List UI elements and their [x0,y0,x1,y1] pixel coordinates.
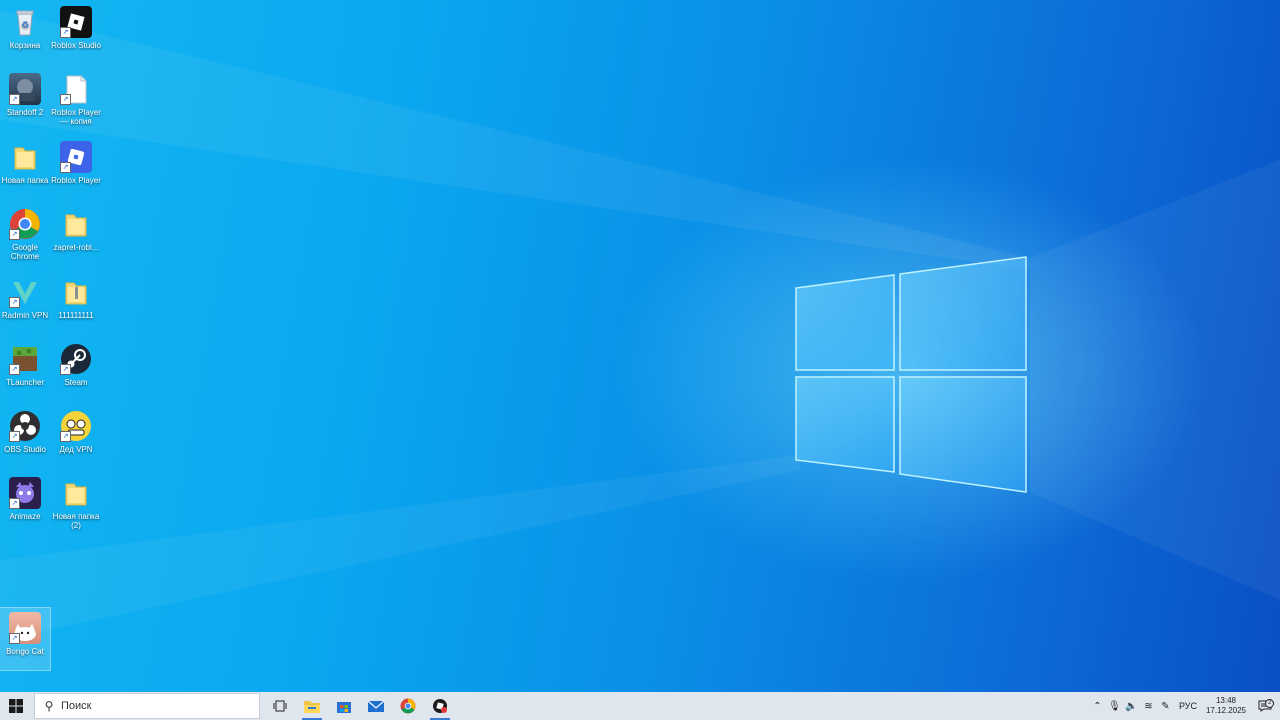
system-tray: ⌃ 🎙 🔈 ≋ ✎ РУС 13:48 17.12.2025 2 [1089,692,1280,720]
desktop-icon-label: Новая папка (2) [52,512,100,530]
volume-icon[interactable]: 🔈 [1123,701,1140,712]
desktop-icon-roblox-player[interactable]: ↗ Roblox Player [51,137,101,199]
desktop-icon-obs-studio[interactable]: ↗ OBS Studio [0,406,50,468]
desktop-icon-new-folder[interactable]: Новая папка [0,137,50,199]
desktop-icon-roblox-studio[interactable]: ↗ Roblox Studio [51,2,101,64]
desktop-icon-google-chrome[interactable]: ↗ Google Chrome [0,204,50,266]
search-input[interactable] [59,699,243,713]
desktop[interactable]: ♻ Корзина ↗ Roblox Studio ↗ Standoff 2 ↗… [0,0,1280,692]
desktop-icon-animaze[interactable]: ↗ Animaze [0,473,50,535]
taskbar: ⚲ ⌃ 🎙 🔈 ≋ ✎ РУС 13:48 17.12.2025 2 [0,692,1280,720]
notification-count: 2 [1265,699,1274,708]
task-view-icon [273,700,287,712]
folder-icon [9,141,41,173]
taskbar-search-box[interactable]: ⚲ [34,693,260,719]
action-center-button[interactable]: 2 [1250,699,1280,712]
network-icon[interactable]: ≋ [1140,701,1157,712]
standoff2-icon: ↗ [9,73,41,105]
desktop-icon-label: Google Chrome [10,243,40,261]
desktop-icon-label: Standoff 2 [6,108,44,117]
mail-icon [367,700,385,712]
microsoft-store-icon [337,702,351,713]
desktop-icon-steam[interactable]: ↗ Steam [51,339,101,401]
desktop-icon-label: Roblox Player [51,176,101,185]
chevron-up-icon[interactable]: ⌃ [1089,701,1106,712]
clock[interactable]: 13:48 17.12.2025 [1202,696,1250,716]
steam-icon: ↗ [60,343,92,375]
desktop-icon-label: Roblox Studio [51,41,101,50]
desktop-icon-label: Roblox Player — копия [51,108,101,126]
desktop-icon-label: OBS Studio [4,445,46,454]
chrome-icon [400,698,416,714]
taskbar-roblox[interactable] [424,692,456,720]
chrome-icon: ↗ [9,208,41,240]
desktop-icon-zapret[interactable]: zapret-robl... [51,204,101,266]
start-button[interactable] [0,692,32,720]
clock-date: 17.12.2025 [1205,706,1247,715]
recycle-bin-icon: ♻ [9,6,41,38]
task-view-button[interactable] [264,692,296,720]
desktop-icon-label: Корзина [9,41,41,50]
animaze-icon: ↗ [9,477,41,509]
minecraft-icon: ↗ [9,343,41,375]
taskbar-mail[interactable] [360,692,392,720]
windows-start-icon [9,699,23,713]
wallpaper-beams [0,10,1280,640]
taskbar-file-explorer[interactable] [296,692,328,720]
desktop-icon-bongo-cat[interactable]: ↗ Bongo Cat [0,607,51,671]
roblox-player-icon: ↗ [60,141,92,173]
svg-text:♻: ♻ [21,21,29,31]
desktop-icon-standoff2[interactable]: ↗ Standoff 2 [0,69,50,131]
desktop-icon-label: Bongo Cat [6,647,44,656]
file-explorer-icon [304,701,320,713]
desktop-icon-label: Новая папка [1,176,49,185]
radmin-vpn-icon: ↗ [9,276,41,308]
roblox-icon [433,699,447,713]
taskbar-chrome[interactable] [392,692,424,720]
roblox-studio-icon: ↗ [60,6,92,38]
windows-logo-wallpaper [795,256,1027,493]
desktop-icon-label: zapret-robl... [53,243,99,252]
desktop-icon-label: Radmin VPN [1,311,49,320]
desktop-icon-roblox-player-copy[interactable]: ↗ Roblox Player — копия [51,69,101,131]
pen-icon[interactable]: ✎ [1157,701,1174,712]
ded-vpn-icon: ↗ [60,410,92,442]
microphone-icon[interactable]: 🎙 [1106,701,1123,712]
desktop-icon-ded-vpn[interactable]: ↗ Дед VPN [51,406,101,468]
language-indicator[interactable]: РУС [1174,701,1202,711]
desktop-icon-tlauncher[interactable]: ↗ TLauncher [0,339,50,401]
bongo-cat-icon: ↗ [9,612,41,644]
taskbar-microsoft-store[interactable] [328,692,360,720]
search-icon: ⚲ [44,699,54,713]
desktop-icon-label: Steam [64,378,88,387]
desktop-icon-111111111[interactable]: 111111111 [51,272,101,334]
desktop-icon-label: 111111111 [58,311,94,320]
document-icon: ↗ [60,73,92,105]
desktop-icon-label: TLauncher [5,378,45,387]
desktop-icon-recycle-bin[interactable]: ♻ Корзина [0,2,50,64]
desktop-icon-label: Дед VPN [59,445,93,454]
desktop-icon-new-folder-2[interactable]: Новая папка (2) [51,473,101,535]
desktop-icon-radmin-vpn[interactable]: ↗ Radmin VPN [0,272,50,334]
zip-folder-icon [60,276,92,308]
desktop-icon-label: Animaze [9,512,41,521]
folder-icon [60,477,92,509]
obs-icon: ↗ [9,410,41,442]
clock-time: 13:48 [1215,696,1237,705]
folder-icon [60,208,92,240]
